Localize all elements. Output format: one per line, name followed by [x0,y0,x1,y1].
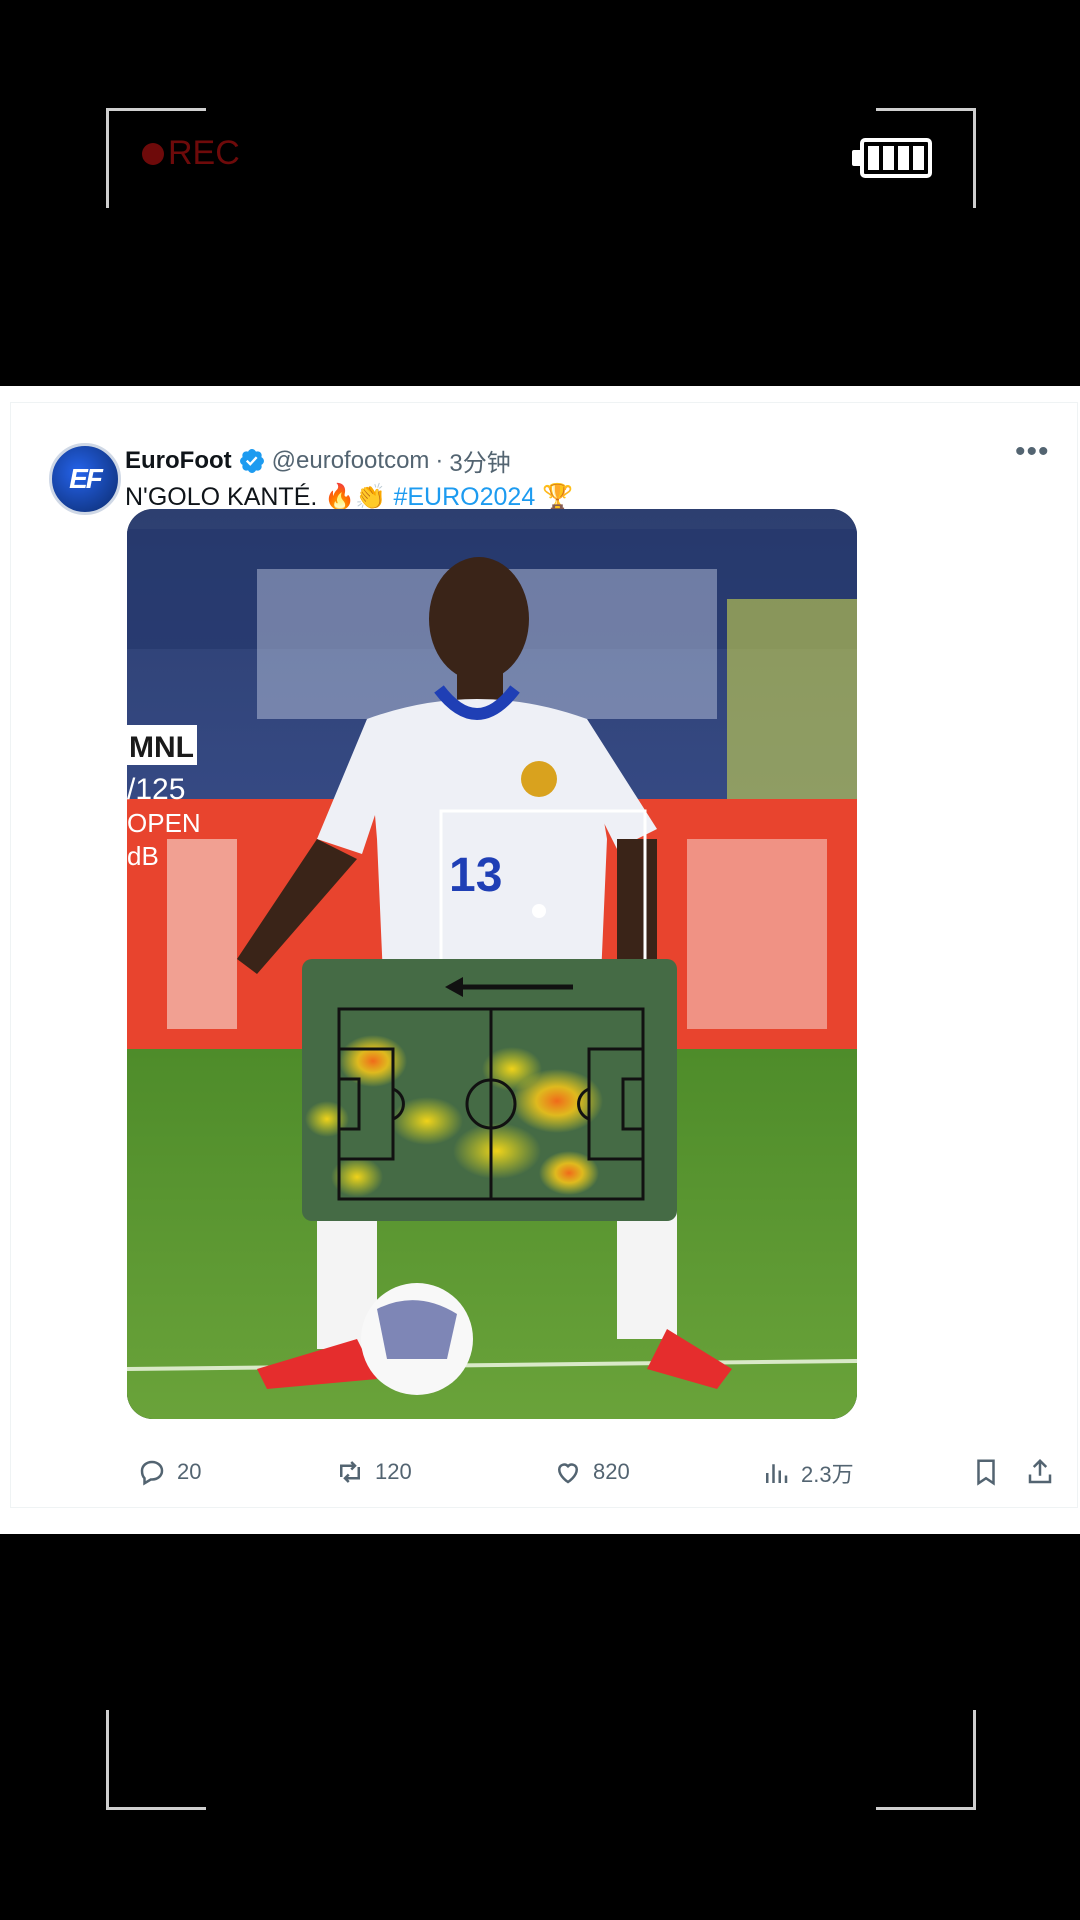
reply-icon [140,1460,164,1486]
rec-label: REC [168,134,240,172]
like-button[interactable]: 820 [553,1457,630,1487]
overlay-line2: OPEN [127,808,201,838]
avatar[interactable]: EF [49,443,121,515]
reply-count: 20 [177,1459,202,1484]
tweet-time[interactable]: 3分钟 [449,443,510,478]
retweet-icon [340,1461,360,1483]
tweet-text-emoji: 🏆 [542,483,574,511]
tweet-text: N'GOLO KANTÉ. 🔥👏 #EURO2024 🏆 [125,483,573,512]
hashtag-link[interactable]: #EURO2024 [393,483,535,511]
tweet-media-photo[interactable]: MNL /125 OPEN dB 13 [127,509,857,1419]
shirt-number: 13 [449,849,502,902]
author-name[interactable]: EuroFoot [125,447,232,475]
heatmap-panel [302,959,677,1221]
overlay-line3: dB [127,841,159,871]
verified-badge-icon [239,448,264,473]
tweet-actions: 20 120 820 2.3万 [125,1457,1069,1497]
more-horizontal-icon[interactable]: ••• [1015,435,1050,469]
heart-icon [557,1463,579,1484]
viewfinder-corner-bottom-left [106,1710,206,1810]
separator-dot: · [435,446,444,474]
tweet-header: EuroFoot @eurofootcom · 3分钟 [125,443,511,478]
player-heatmap-photo: MNL /125 OPEN dB 13 [127,509,857,1419]
rec-dot-icon [142,142,164,165]
share-button[interactable] [1025,1457,1055,1487]
share-icon [1028,1458,1052,1484]
eurofoot-logo: EF [69,463,103,494]
retweet-count: 120 [375,1459,412,1484]
reply-button[interactable]: 20 [137,1457,201,1487]
views-button[interactable]: 2.3万 [761,1457,854,1489]
tweet-card[interactable]: EF EuroFoot @eurofootcom · 3分钟 ••• N'GOL… [10,402,1078,1508]
rooster-crest-icon [521,761,557,797]
like-count: 820 [593,1459,630,1484]
views-count: 2.3万 [801,1462,854,1487]
rec-indicator: REC [142,134,240,173]
bookmark-icon [977,1459,995,1486]
battery-full-icon [852,138,932,178]
viewfinder-corner-bottom-right [876,1710,976,1810]
bookmark-button[interactable] [971,1457,1001,1487]
tweet-text-main: N'GOLO KANTÉ. 🔥👏 [125,483,387,511]
retweet-button[interactable]: 120 [335,1457,412,1487]
tweet-area: EF EuroFoot @eurofootcom · 3分钟 ••• N'GOL… [0,386,1080,1534]
author-handle[interactable]: @eurofootcom [272,447,430,475]
bar-chart-icon [766,1464,788,1483]
overlay-line1: /125 [127,773,185,806]
overlay-badge: MNL [129,731,194,764]
